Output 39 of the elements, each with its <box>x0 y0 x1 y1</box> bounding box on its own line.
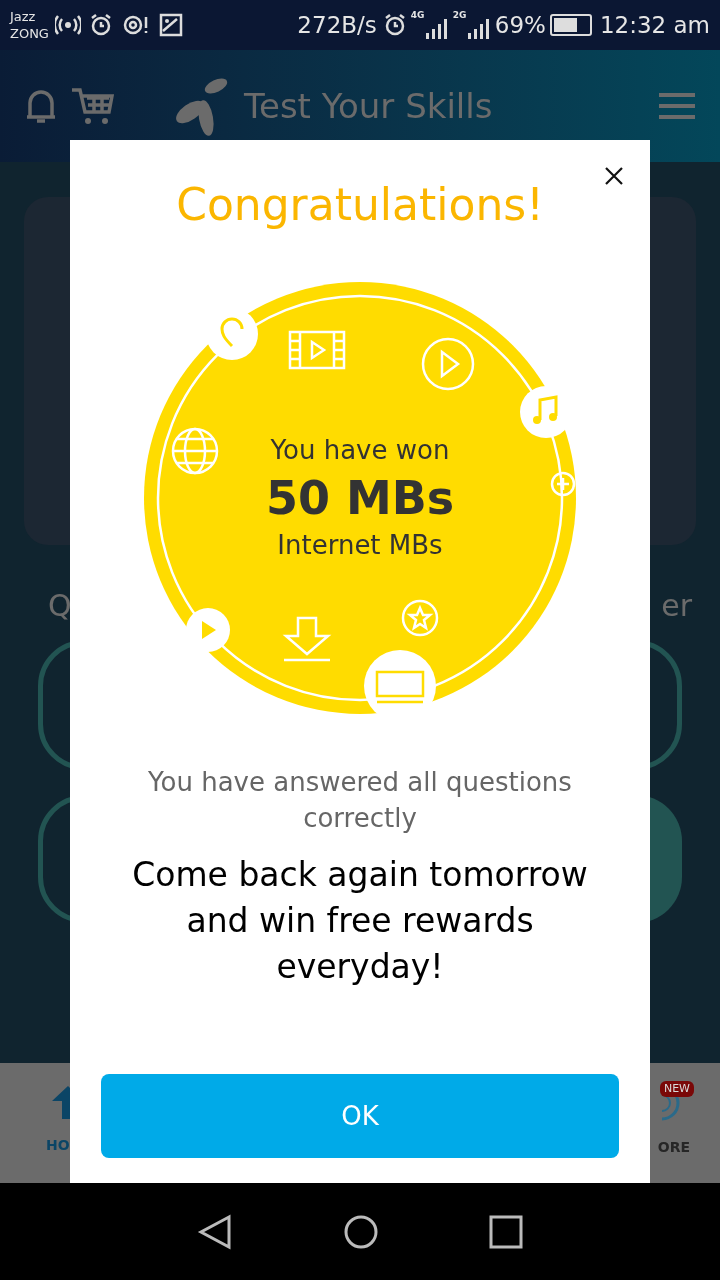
carrier-name: Jazz <box>10 8 37 25</box>
section-label: er <box>661 587 692 625</box>
play-icon <box>186 608 230 652</box>
prize-type: Internet MBs <box>277 529 443 562</box>
home-circle-icon[interactable] <box>343 1213 379 1250</box>
cart-icon <box>70 86 114 126</box>
recents-icon[interactable] <box>489 1214 523 1249</box>
section-label: Q <box>48 587 72 625</box>
reward-message: Come back again tomorrow and win free rewards everyday! <box>131 854 589 988</box>
carrier-name: ZONG <box>10 25 49 42</box>
back-icon[interactable] <box>197 1213 233 1250</box>
signal-icon <box>424 19 447 39</box>
play-circle-icon <box>420 336 476 392</box>
bell-icon <box>24 87 58 125</box>
dialog-title: Congratulations! <box>176 178 544 232</box>
app-title: Test Your Skills <box>244 84 493 128</box>
clock-time: 12:32 am <box>599 10 710 40</box>
battery-percent: 69% <box>494 10 546 40</box>
ok-button[interactable]: OK <box>101 1074 619 1158</box>
nav-label[interactable]: ORE <box>657 1137 690 1158</box>
globe-icon <box>170 426 220 476</box>
close-icon[interactable] <box>604 166 624 186</box>
hotspot-icon <box>54 14 81 36</box>
battery-icon <box>549 14 592 36</box>
network-type: 4G <box>410 11 425 20</box>
star-circle-icon <box>400 598 440 638</box>
nav-label[interactable]: HO <box>46 1135 70 1156</box>
network-speed: 272B/s <box>297 10 377 40</box>
prize-intro: You have won <box>270 434 450 467</box>
image-icon <box>158 13 183 37</box>
sync-alert-icon <box>122 13 149 37</box>
network-type: 2G <box>452 11 467 20</box>
film-icon <box>288 330 346 370</box>
new-badge: NEW <box>659 1081 694 1097</box>
plus-circle-icon <box>550 470 576 498</box>
download-icon <box>282 616 332 662</box>
signal-icon <box>466 19 489 39</box>
result-message: You have answered all questions correctly <box>147 766 573 835</box>
prize-amount: 50 MBs <box>265 470 455 526</box>
